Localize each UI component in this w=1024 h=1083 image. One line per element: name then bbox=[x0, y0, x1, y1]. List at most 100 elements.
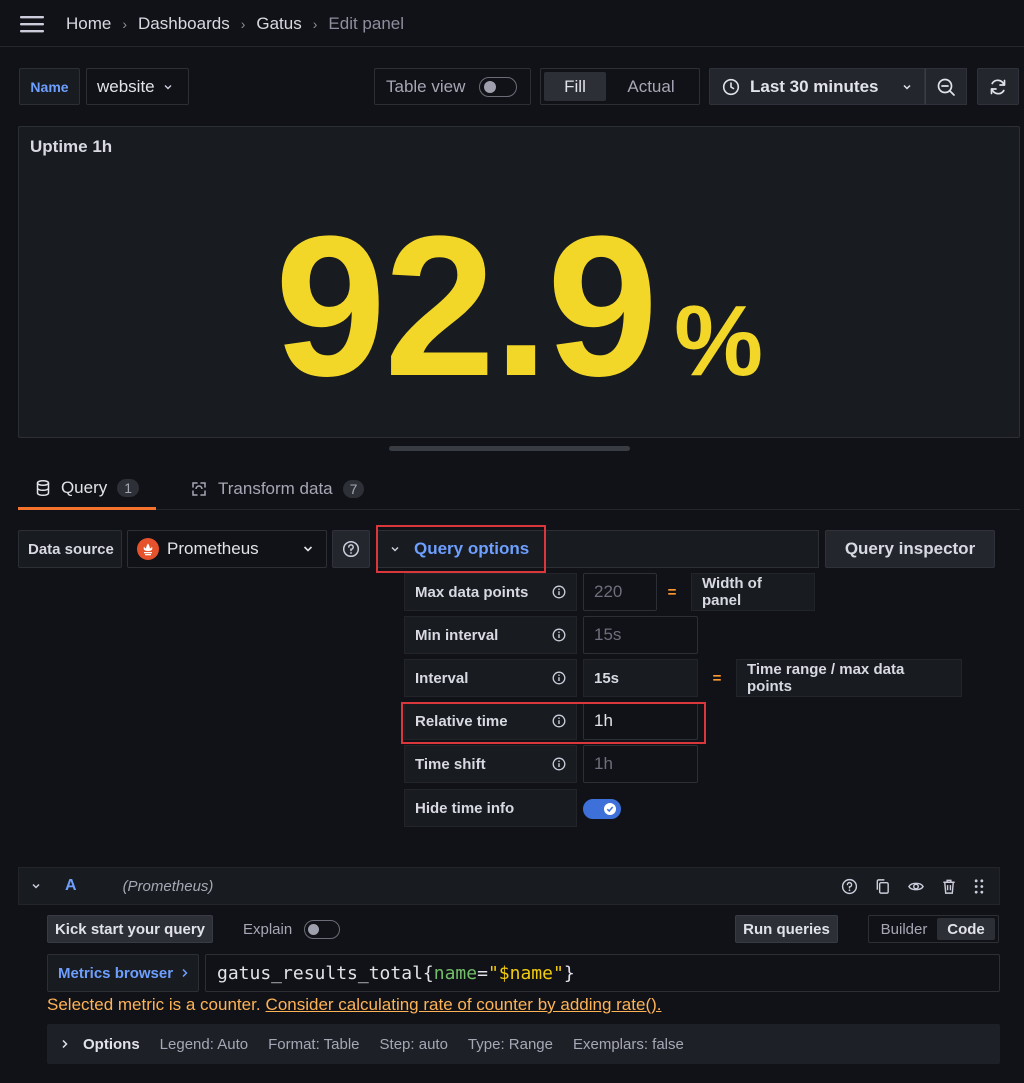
zoom-out-icon[interactable] bbox=[925, 68, 967, 105]
breadcrumb-separator: › bbox=[240, 16, 246, 32]
query-options-toggle[interactable]: Query options bbox=[376, 525, 546, 573]
min-interval-input[interactable]: 15s bbox=[583, 616, 698, 654]
breadcrumb-dashboards[interactable]: Dashboards bbox=[138, 14, 230, 34]
tab-query[interactable]: Query 1 bbox=[18, 468, 156, 510]
copy-icon[interactable] bbox=[874, 878, 891, 895]
query-row-actions bbox=[841, 878, 985, 895]
help-icon[interactable] bbox=[332, 530, 370, 568]
breadcrumb-home[interactable]: Home bbox=[66, 14, 111, 34]
explain-label: Explain bbox=[243, 920, 293, 938]
interval-value: 15s bbox=[583, 659, 698, 697]
legend-option: Legend: Auto bbox=[159, 1035, 249, 1053]
table-view-switch[interactable] bbox=[479, 76, 518, 97]
query-inspector-button[interactable]: Query inspector bbox=[825, 530, 995, 568]
exemplars-option: Exemplars: false bbox=[572, 1035, 684, 1053]
chevron-right-icon bbox=[181, 968, 189, 978]
breadcrumb-current: Edit panel bbox=[328, 14, 405, 33]
editor-tabs: Query 1 Transform data 7 bbox=[18, 468, 1020, 510]
chevron-down-icon bbox=[390, 544, 400, 554]
editor-mode-switch: Builder Code bbox=[868, 915, 999, 943]
trash-icon[interactable] bbox=[941, 878, 957, 895]
menu-icon[interactable] bbox=[20, 14, 46, 34]
equals-sign: = bbox=[667, 583, 677, 601]
tab-query-count: 1 bbox=[117, 478, 140, 497]
table-view-label: Table view bbox=[386, 76, 466, 96]
time-range-label: Last 30 minutes bbox=[750, 76, 879, 96]
time-shift-text: Time shift bbox=[415, 755, 486, 773]
data-source-label: Data source bbox=[18, 530, 122, 568]
relative-time-highlight bbox=[401, 702, 706, 744]
type-option: Type: Range bbox=[467, 1035, 553, 1053]
data-source-select[interactable]: Prometheus bbox=[127, 530, 327, 568]
breadcrumb: Home › Dashboards › Gatus › Edit panel bbox=[66, 13, 404, 35]
help-icon[interactable] bbox=[841, 878, 858, 895]
equals-sign: = bbox=[712, 669, 722, 687]
expr-metric: gatus_results_total{ bbox=[217, 962, 434, 984]
breadcrumb-separator: › bbox=[122, 16, 128, 32]
counter-warning-text: Selected metric is a counter. bbox=[47, 995, 261, 1014]
clock-icon bbox=[722, 78, 740, 96]
stat-value: 92.9% bbox=[19, 207, 1019, 407]
database-icon bbox=[35, 479, 51, 497]
query-row-header[interactable]: A (Prometheus) bbox=[18, 867, 1000, 905]
time-range-picker[interactable]: Last 30 minutes bbox=[709, 68, 925, 105]
hide-time-info-text: Hide time info bbox=[415, 799, 515, 817]
counter-warning: Selected metric is a counter. Consider ca… bbox=[47, 995, 662, 1015]
chevron-right-icon bbox=[61, 1039, 69, 1049]
fill-button[interactable]: Fill bbox=[544, 72, 606, 101]
actual-button[interactable]: Actual bbox=[606, 72, 696, 101]
panel-title: Uptime 1h bbox=[30, 137, 113, 156]
max-data-points-input[interactable]: 220 bbox=[583, 573, 657, 611]
query-ref-id[interactable]: A bbox=[65, 877, 77, 895]
info-icon[interactable] bbox=[552, 628, 566, 642]
interval-note: Time range / max data points bbox=[736, 659, 962, 697]
explain-switch[interactable] bbox=[304, 919, 341, 939]
expr-label-name: name bbox=[433, 962, 478, 984]
time-shift-input[interactable]: 1h bbox=[583, 745, 698, 783]
tab-transform-count: 7 bbox=[342, 480, 365, 498]
query-datasource-name: (Prometheus) bbox=[122, 877, 214, 895]
info-icon[interactable] bbox=[552, 757, 566, 771]
breadcrumb-separator: › bbox=[312, 16, 318, 32]
tab-query-label: Query bbox=[60, 477, 108, 497]
variable-value: website bbox=[97, 76, 155, 96]
breadcrumb-dashboard[interactable]: Gatus bbox=[256, 14, 301, 34]
variable-select[interactable]: website bbox=[86, 68, 189, 105]
min-interval-label: Min interval bbox=[404, 616, 577, 654]
max-data-points-text: Max data points bbox=[415, 583, 529, 601]
info-icon[interactable] bbox=[552, 585, 566, 599]
stat-number: 92.9 bbox=[274, 195, 658, 418]
hide-time-info-label: Hide time info bbox=[404, 789, 577, 827]
stat-unit: % bbox=[674, 285, 764, 397]
query-options-label: Query options bbox=[414, 539, 530, 558]
options-title: Options bbox=[83, 1035, 140, 1053]
step-option: Step: auto bbox=[379, 1035, 448, 1053]
hide-time-info-switch[interactable] bbox=[583, 799, 621, 819]
metrics-browser-button[interactable]: Metrics browser bbox=[47, 954, 199, 992]
builder-mode-button[interactable]: Builder bbox=[871, 918, 937, 940]
promql-query-input[interactable]: gatus_results_total{name = "$name"} bbox=[205, 954, 1000, 992]
run-queries-button[interactable]: Run queries bbox=[735, 915, 838, 943]
tab-transform-data[interactable]: Transform data 7 bbox=[190, 468, 365, 510]
add-rate-link[interactable]: Consider calculating rate of counter by … bbox=[266, 995, 662, 1014]
toggle-switch[interactable] bbox=[583, 799, 621, 819]
expr-close: } bbox=[563, 962, 575, 984]
explain-toggle[interactable]: Explain bbox=[243, 915, 341, 943]
code-mode-button[interactable]: Code bbox=[937, 918, 995, 940]
kick-start-query-button[interactable]: Kick start your query bbox=[47, 915, 213, 943]
refresh-icon[interactable] bbox=[977, 68, 1019, 105]
query-options-summary[interactable]: Options Legend: Auto Format: Table Step:… bbox=[47, 1024, 1000, 1064]
transform-icon bbox=[190, 480, 208, 498]
chevron-down-icon bbox=[163, 82, 173, 92]
table-view-toggle[interactable]: Table view bbox=[374, 68, 531, 105]
eye-icon[interactable] bbox=[907, 878, 925, 895]
interval-text: Interval bbox=[415, 669, 469, 687]
panel-resize-handle[interactable] bbox=[389, 446, 630, 451]
drag-handle-icon[interactable] bbox=[973, 878, 985, 895]
max-data-points-label: Max data points bbox=[404, 573, 577, 611]
min-interval-text: Min interval bbox=[415, 626, 499, 644]
tab-transform-label: Transform data bbox=[218, 479, 333, 498]
info-icon[interactable] bbox=[552, 671, 566, 685]
fill-actual-switch: Fill Actual bbox=[540, 68, 700, 105]
chevron-down-icon[interactable] bbox=[31, 881, 41, 891]
